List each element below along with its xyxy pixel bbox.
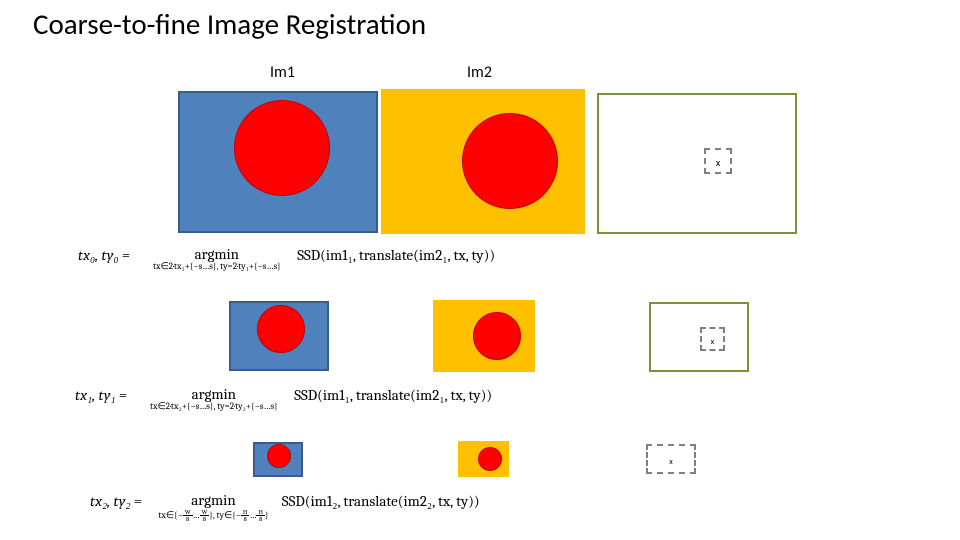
- eq0-rhs: SSD(im1₁, translate(im2₁, tx, ty)): [297, 246, 495, 264]
- marker-x0: x: [716, 156, 720, 169]
- marker-x1: x: [711, 337, 714, 347]
- search-region-level2: x: [646, 444, 696, 474]
- eq2-rhs: SSD(im1₂, translate(im2₂, tx, ty)): [282, 492, 480, 510]
- label-im2: Im2: [467, 63, 492, 82]
- eq2-lhs: tx₂, ty₂ =: [90, 492, 142, 510]
- search-level1: [649, 302, 749, 372]
- im2-circle-level1: [473, 312, 521, 360]
- im2-circle-level2: [478, 447, 502, 471]
- eq1-argmin: argmin tx∈2·tx₂+{−s…s}, ty=2·ty₂+{−s…s}: [150, 387, 278, 412]
- search-level0: [597, 93, 797, 234]
- eq1-rhs: SSD(im1₁, translate(im2₁, tx, ty)): [294, 386, 492, 404]
- eq1-lhs: tx₁, ty₁ =: [75, 386, 127, 404]
- marker-x2: x: [669, 457, 672, 467]
- im1-circle-level2: [267, 444, 291, 468]
- page-title: Coarse-to-fine Image Registration: [33, 6, 426, 42]
- im1-circle-level1: [257, 305, 305, 353]
- eq2-argmin: argmin tx∈{−W8…W8}, ty∈{−H8…H8}: [158, 493, 268, 523]
- equation-level2: tx₂, ty₂ = argmin tx∈{−W8…W8}, ty∈{−H8…H…: [90, 494, 480, 524]
- label-im1: Im1: [270, 63, 295, 82]
- eq0-lhs: tx₀, ty₀ =: [78, 246, 130, 264]
- equation-level0: tx₀, ty₀ = argmin tx∈2·tx₁+{−s…s}, ty=2·…: [78, 248, 495, 273]
- im1-circle-level0: [234, 100, 330, 196]
- eq0-argmin: argmin tx∈2·tx₁+{−s…s}, ty=2·ty₁+{−s…s}: [153, 247, 281, 272]
- search-region-level0: x: [704, 148, 732, 174]
- im2-circle-level0: [462, 113, 558, 209]
- search-region-level1: x: [700, 327, 725, 351]
- equation-level1: tx₁, ty₁ = argmin tx∈2·tx₂+{−s…s}, ty=2·…: [75, 388, 492, 413]
